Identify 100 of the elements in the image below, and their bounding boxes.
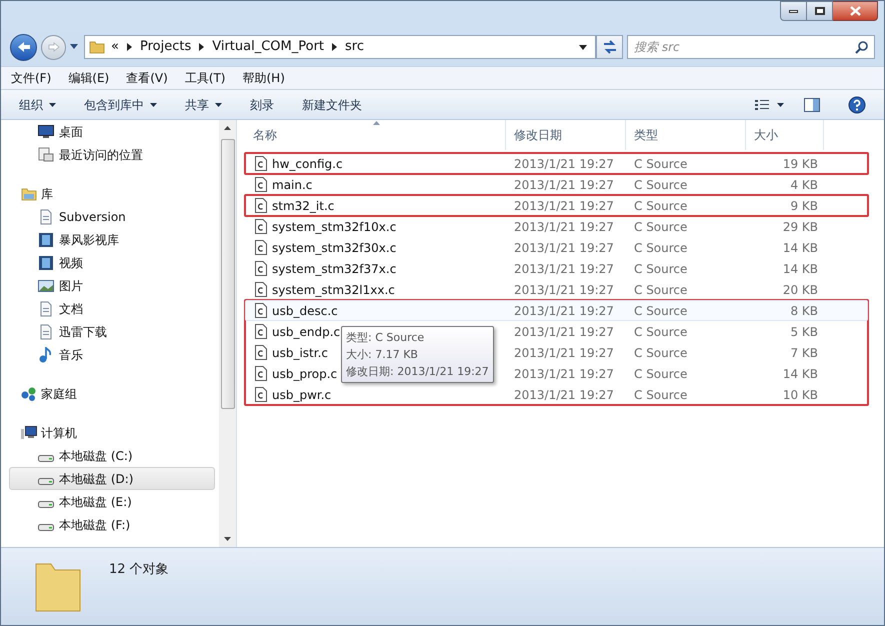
nav-item[interactable]: 本地磁盘 (E:)	[9, 490, 215, 513]
file-type: C Source	[633, 324, 688, 340]
nav-item[interactable]: 文档	[9, 297, 215, 320]
hard-drive-icon	[38, 501, 54, 508]
film-strip-icon	[38, 254, 54, 270]
tooltip-line: 修改日期: 2013/1/21 19:27	[346, 364, 489, 380]
nav-section[interactable]: 计算机	[9, 421, 215, 444]
dropdown-arrow-icon[interactable]	[579, 44, 587, 50]
nav-item[interactable]: 迅雷下载	[9, 320, 215, 343]
toolbar-button[interactable]: 新建文件夹	[302, 96, 362, 114]
back-button[interactable]	[10, 34, 37, 60]
column-header[interactable]: 修改日期	[506, 120, 626, 150]
maximize-button[interactable]	[807, 1, 833, 21]
file-date: 2013/1/21 19:27	[513, 386, 615, 404]
file-size: 14 KB	[782, 240, 819, 256]
file-name: usb_prop.c	[272, 366, 338, 382]
nav-item[interactable]: 视频	[9, 251, 215, 274]
file-name: usb_desc.c	[272, 302, 338, 320]
nav-section[interactable]: 家庭组	[9, 382, 215, 405]
c-source-file-icon	[255, 177, 267, 192]
file-date: 2013/1/21 19:27	[513, 366, 615, 382]
refresh-arrows-icon	[602, 40, 618, 54]
file-date: 2013/1/21 19:27	[513, 176, 615, 194]
nav-item[interactable]: 桌面	[9, 120, 215, 143]
help-icon[interactable]	[848, 96, 866, 114]
dropdown-arrow-icon	[49, 102, 56, 106]
scrollbar[interactable]	[219, 120, 236, 547]
nav-item[interactable]: 本地磁盘 (C:)	[9, 444, 215, 467]
toolbar-button[interactable]: 刻录	[250, 96, 274, 114]
view-options-button[interactable]	[755, 98, 784, 110]
library-folder-icon	[21, 186, 37, 202]
file-date: 2013/1/21 19:27	[513, 260, 615, 278]
nav-item[interactable]: 本地磁盘 (F:)	[9, 513, 215, 536]
back-arrow-icon	[16, 41, 30, 53]
toolbar-button[interactable]: 组织	[19, 96, 56, 114]
nav-item[interactable]: 图片	[9, 274, 215, 297]
dropdown-arrow-icon	[150, 102, 157, 106]
chevron-right-icon[interactable]	[199, 43, 204, 51]
file-name: system_stm32f30x.c	[272, 240, 396, 256]
file-name: system_stm32f37x.c	[272, 260, 396, 278]
overflow-chevron[interactable]: «	[111, 37, 119, 57]
search-field[interactable]: 搜索 src	[627, 35, 875, 59]
nav-item[interactable]: 暴风影视库	[9, 228, 215, 251]
c-source-file-icon	[255, 303, 267, 318]
file-type: C Source	[633, 176, 688, 194]
file-date: 2013/1/21 19:27	[513, 282, 615, 298]
file-date: 2013/1/21 19:27	[513, 344, 615, 362]
c-source-file-icon	[255, 261, 267, 276]
file-name: hw_config.c	[272, 156, 343, 172]
nav-item[interactable]: 最近访问的位置	[9, 143, 215, 166]
scroll-up-arrow-icon	[224, 126, 231, 130]
desktop-monitor-icon	[38, 124, 54, 140]
breadcrumb-link[interactable]: src	[345, 37, 364, 57]
file-name: usb_istr.c	[272, 344, 328, 362]
nav-item[interactable]: 音乐	[9, 343, 215, 366]
file-size: 10 KB	[782, 386, 819, 404]
file-size: 14 KB	[782, 260, 819, 278]
file-type: C Source	[633, 218, 688, 236]
computer-icon	[21, 424, 37, 440]
file-date: 2013/1/21 19:27	[513, 156, 615, 172]
file-type: C Source	[633, 156, 688, 172]
refresh-button[interactable]	[596, 35, 623, 59]
breadcrumb-link[interactable]: Virtual_COM_Port	[212, 37, 324, 57]
c-source-file-icon	[255, 366, 267, 381]
chevron-right-icon[interactable]	[332, 43, 338, 51]
file-size: 4 KB	[789, 176, 819, 194]
breadcrumb-link[interactable]: Projects	[140, 37, 192, 57]
details-view-icon	[755, 98, 769, 110]
address-bar[interactable]: « Projects Virtual_COM_Port src	[84, 35, 596, 59]
close-button[interactable]	[833, 1, 878, 21]
document-icon	[38, 324, 54, 340]
menu-item[interactable]: 工具(T)	[184, 69, 226, 87]
tooltip-line: 大小: 7.17 KB	[346, 347, 419, 363]
chevron-right-icon[interactable]	[126, 43, 132, 51]
menu-item[interactable]: 查看(V)	[126, 69, 168, 87]
nav-item[interactable]: 本地磁盘 (D:)	[9, 467, 215, 490]
file-type: C Source	[633, 282, 688, 298]
dropdown-arrow-icon	[215, 102, 222, 106]
nav-item[interactable]: Subversion	[9, 205, 215, 228]
search-input[interactable]: 搜索 src	[634, 38, 855, 56]
preview-pane-icon[interactable]	[804, 98, 820, 112]
file-size: 19 KB	[782, 156, 819, 172]
toolbar-button[interactable]: 包含到库中	[84, 96, 157, 114]
hard-drive-icon	[38, 455, 54, 462]
menu-item[interactable]: 帮助(H)	[242, 69, 285, 87]
file-type: C Source	[633, 198, 688, 214]
menu-item[interactable]: 文件(F)	[11, 69, 52, 87]
minimize-button[interactable]	[780, 1, 807, 21]
file-date: 2013/1/21 19:27	[513, 240, 615, 256]
column-header[interactable]: 类型	[626, 120, 746, 150]
menu-item[interactable]: 编辑(E)	[68, 69, 110, 87]
c-source-file-icon	[255, 219, 267, 234]
status-count: 12 个对象	[109, 561, 169, 579]
recent-places-icon	[38, 146, 54, 162]
toolbar-button[interactable]: 共享	[185, 96, 222, 114]
nav-section[interactable]: 库	[9, 182, 215, 205]
history-dropdown-icon[interactable]	[70, 44, 78, 50]
column-header[interactable]: 大小	[746, 120, 824, 150]
film-strip-icon	[38, 232, 54, 248]
folder-icon	[89, 40, 105, 54]
